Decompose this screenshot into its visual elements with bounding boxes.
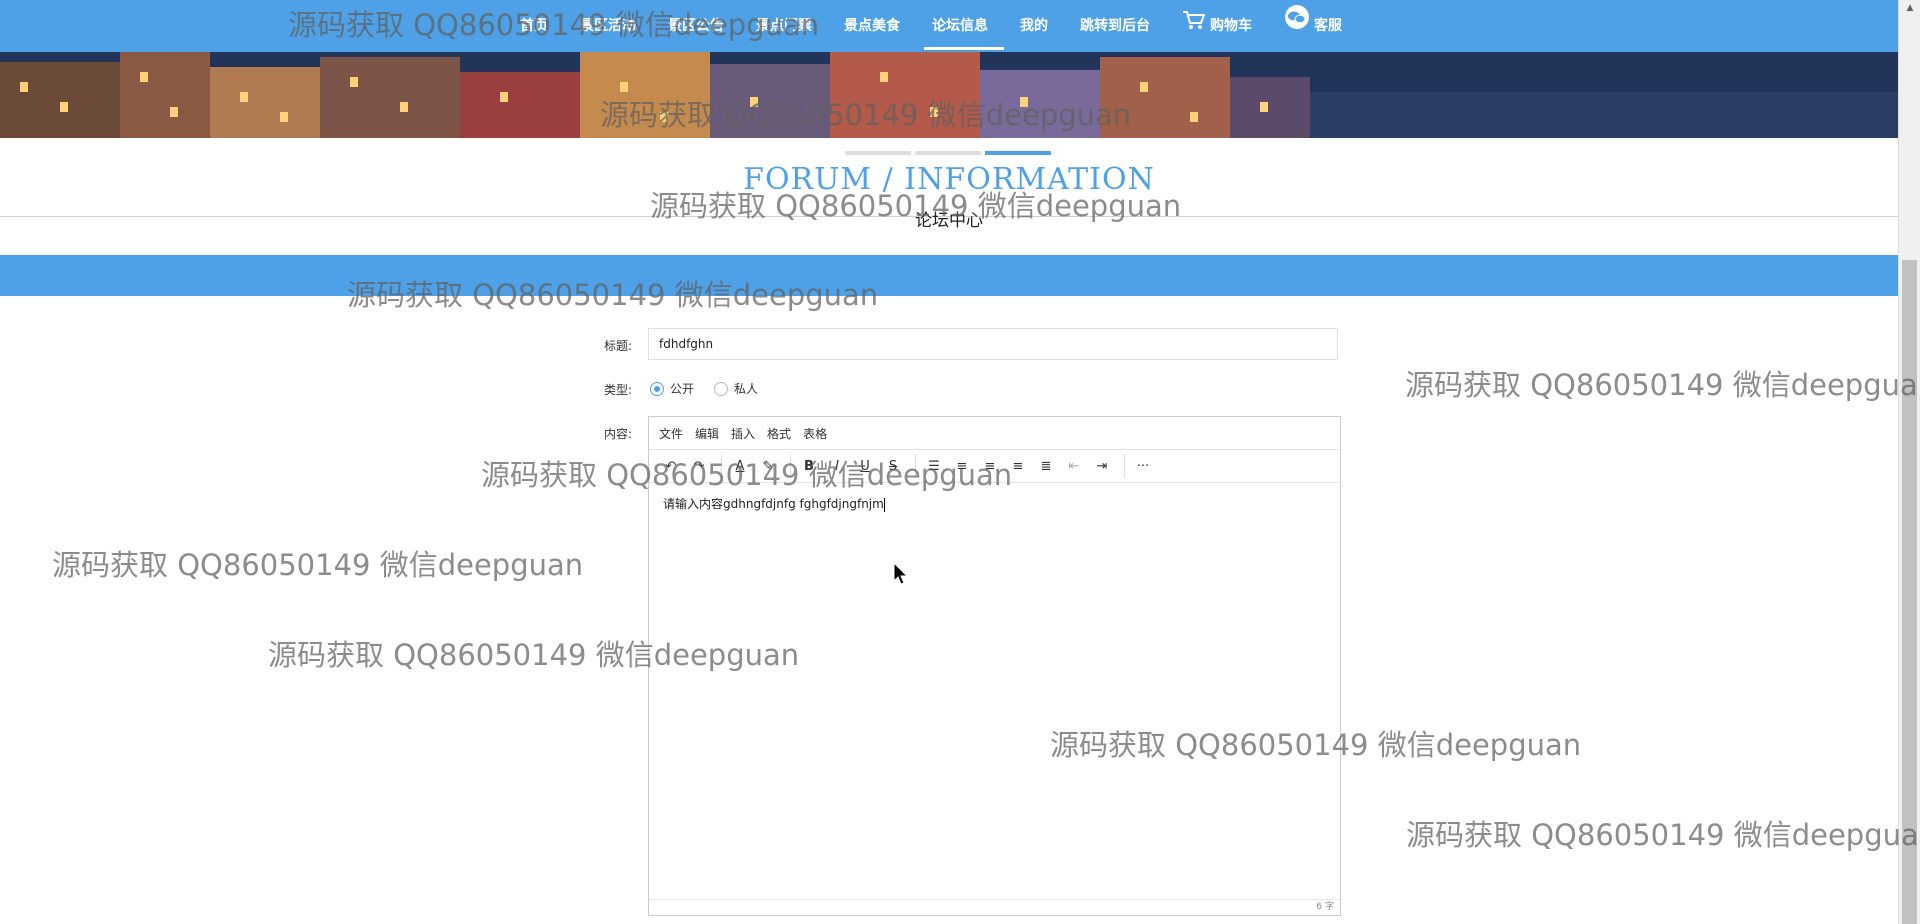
scrollbar-thumb[interactable]: [1902, 260, 1917, 924]
radio-unchecked[interactable]: [714, 381, 729, 396]
more-icon[interactable]: ···: [1131, 454, 1155, 478]
align-left-icon[interactable]: ≡: [950, 454, 974, 478]
nav-item-announcements[interactable]: 景区公告: [668, 0, 724, 52]
banner-image: [0, 52, 1898, 138]
editor-content-text: 请输入内容gdhngfdjnfg fghgfdjngfnjm: [663, 497, 884, 511]
page: 首页 景区活动 景区公告 景点门票 景点美食 论坛信息 我的 跳转到后台 购物车: [0, 0, 1920, 924]
editor-menubar: 文件 编辑 插入 格式 表格: [649, 417, 1340, 450]
scroll-up-icon[interactable]: ▲: [1899, 0, 1920, 16]
highlight-icon[interactable]: ✎: [756, 454, 780, 478]
editor-content-area[interactable]: 请输入内容gdhngfdjnfg fghgfdjngfnjm: [649, 483, 1340, 897]
align-right-icon[interactable]: ≡: [1006, 454, 1030, 478]
type-radio-group: 公开 私人: [650, 380, 778, 397]
editor-statusbar: 6 字: [649, 899, 1340, 915]
text-color-icon[interactable]: A: [728, 454, 752, 478]
mouse-cursor-icon: [893, 561, 909, 590]
carousel-indicators: [845, 151, 1055, 155]
nav-item-home[interactable]: 首页: [520, 0, 548, 52]
menu-insert[interactable]: 插入: [731, 425, 755, 442]
chat-icon: [1284, 0, 1310, 52]
top-nav-bar: 首页 景区活动 景区公告 景点门票 景点美食 论坛信息 我的 跳转到后台 购物车: [0, 0, 1898, 52]
word-count: 6 字: [1316, 902, 1334, 912]
nav-item-mine[interactable]: 我的: [1020, 0, 1048, 52]
carousel-dot-active[interactable]: [985, 151, 1051, 155]
type-option-public[interactable]: 公开: [650, 380, 694, 397]
redo-icon[interactable]: ↷: [687, 454, 711, 478]
editor-toolbar: ↶ ↷ A ✎ B I U S ☰ ≡ ≡ ≡ ≣ ⇤ ⇥ ···: [649, 450, 1340, 483]
indent-icon[interactable]: ⇥: [1090, 454, 1114, 478]
italic-icon[interactable]: I: [825, 454, 849, 478]
title-label: 标题:: [603, 339, 632, 353]
service-label: 客服: [1314, 18, 1342, 34]
nav-item-forum[interactable]: 论坛信息: [924, 0, 1004, 52]
menu-format[interactable]: 格式: [767, 425, 791, 442]
rich-text-editor: 文件 编辑 插入 格式 表格 ↶ ↷ A ✎ B I U S ☰ ≡ ≡ ≡ ≣…: [648, 416, 1341, 916]
section-subtitle: 论坛中心: [915, 211, 983, 231]
section-title: FORUM / INFORMATION: [743, 162, 1155, 197]
nav-item-activities[interactable]: 景区活动: [580, 0, 636, 52]
toolbar-separator: [1124, 454, 1125, 478]
watermark: 源码获取 QQ86050149 微信deepguan: [52, 548, 584, 582]
type-option-label: 公开: [670, 382, 695, 396]
toolbar-separator: [721, 454, 722, 478]
watermark: 源码获取 QQ86050149 微信deepguan: [1406, 818, 1920, 852]
content-label: 内容:: [603, 427, 632, 441]
type-option-label: 私人: [734, 382, 759, 396]
toolbar-separator: [915, 454, 916, 478]
bold-icon[interactable]: B: [797, 454, 821, 478]
nav-item-food[interactable]: 景点美食: [844, 0, 900, 52]
type-label: 类型:: [603, 383, 632, 397]
strikethrough-icon[interactable]: S: [881, 454, 905, 478]
align-justify-icon[interactable]: ≣: [1034, 454, 1058, 478]
menu-edit[interactable]: 编辑: [695, 425, 719, 442]
bullet-list-icon[interactable]: ☰: [922, 454, 946, 478]
type-option-private[interactable]: 私人: [714, 380, 758, 397]
underline-icon[interactable]: U: [853, 454, 877, 478]
radio-checked[interactable]: [650, 381, 664, 396]
page-scrollbar[interactable]: ▲: [1898, 0, 1920, 924]
undo-icon[interactable]: ↶: [659, 454, 683, 478]
menu-table[interactable]: 表格: [803, 425, 827, 442]
align-center-icon[interactable]: ≡: [978, 454, 1002, 478]
watermark: 源码获取 QQ86050149 微信deepguan: [1405, 368, 1920, 402]
nav-menu: 首页 景区活动 景区公告 景点门票 景点美食 论坛信息 我的 跳转到后台 购物车: [520, 0, 1374, 52]
text-caret: [883, 497, 885, 512]
nav-item-service[interactable]: 客服: [1284, 0, 1342, 52]
carousel-dot[interactable]: [915, 151, 981, 155]
cart-label: 购物车: [1210, 18, 1252, 34]
toolbar-separator: [790, 454, 791, 478]
menu-file[interactable]: 文件: [659, 425, 683, 442]
carousel-dot[interactable]: [845, 151, 911, 155]
section-band: [0, 255, 1898, 296]
title-input[interactable]: [648, 328, 1338, 360]
nav-item-cart[interactable]: 购物车: [1182, 0, 1252, 52]
outdent-icon[interactable]: ⇤: [1062, 454, 1086, 478]
nav-item-admin[interactable]: 跳转到后台: [1080, 0, 1150, 52]
cart-icon: [1182, 0, 1206, 52]
nav-item-tickets[interactable]: 景点门票: [756, 0, 812, 52]
